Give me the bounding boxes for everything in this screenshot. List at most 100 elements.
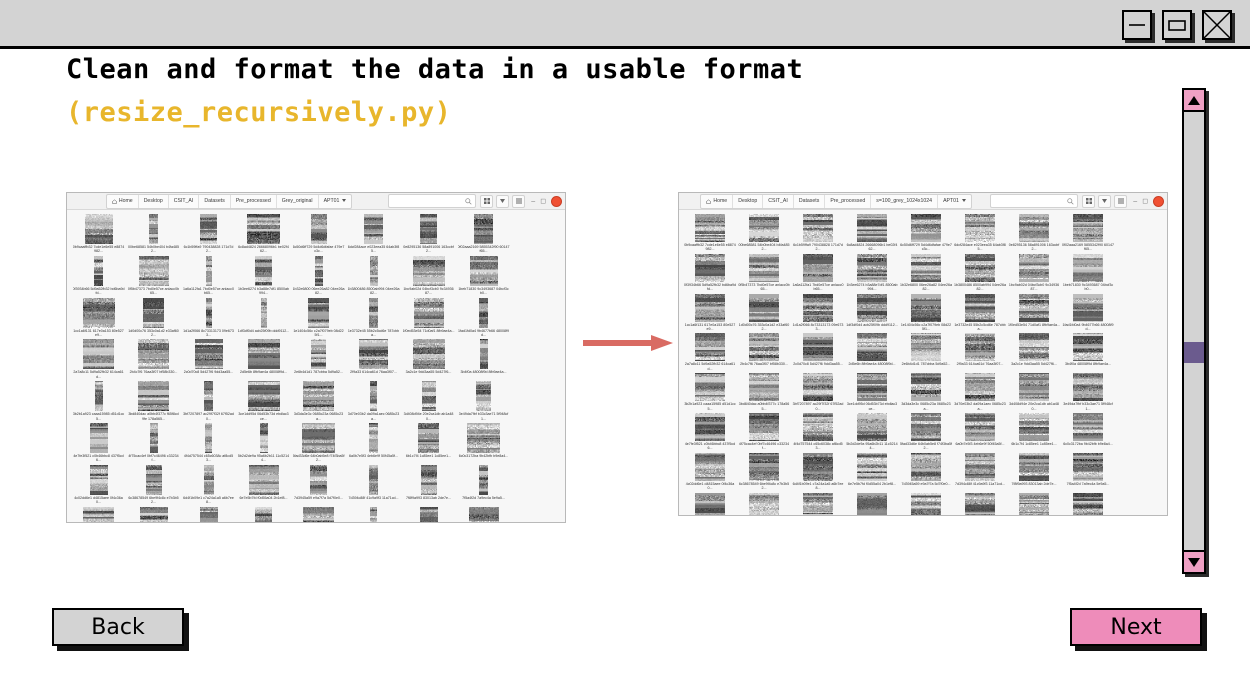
file-tile[interactable]: 0e8295136 58a891006 163ccbf2... [401, 214, 456, 254]
file-thumbnail[interactable] [94, 381, 103, 412]
file-tile[interactable]: 2e6b4d1d1 787cbba 5d9a52... [291, 339, 346, 379]
file-tile[interactable]: 8d66db1b1 1d6c3c2 f4f1ee... [401, 506, 456, 522]
file-thumbnail[interactable] [1073, 413, 1103, 442]
file-thumbnail[interactable] [695, 293, 725, 322]
file-tile[interactable]: 6a0b7e5f3 4eb6e9f 50f45a5f... [953, 413, 1007, 451]
list-view-icon[interactable] [512, 194, 526, 208]
file-thumbnail[interactable] [205, 297, 212, 328]
file-thumbnail[interactable] [247, 381, 280, 412]
file-tile[interactable]: 0f5b47373 7bd0e57ce anlacc0b65... [737, 253, 791, 292]
file-thumbnail[interactable] [695, 452, 725, 481]
file-tile[interactable]: 00be68581 54b0be404 b4fa4852... [126, 214, 181, 254]
file-thumbnail[interactable] [803, 492, 833, 515]
file-tile[interactable]: 1d1a2f066 8c73313173 09e6733... [791, 293, 845, 332]
file-thumbnail[interactable] [369, 464, 378, 495]
file-tile[interactable]: 3a2c1e 9dd3aa55 5d427f6... [401, 339, 456, 379]
file-thumbnail[interactable] [911, 214, 941, 242]
file-tile[interactable]: 0f02aaa2169 5855342f90 60147f65... [1061, 214, 1115, 252]
file-tile[interactable]: 0f5b47373 7bd0e57ce anlacc0b65... [126, 255, 181, 296]
file-tile[interactable]: 3bf7207897 ac29f7f32f 67f52ad0... [791, 373, 845, 411]
file-tile[interactable]: 6dcf284ace e023eea35 64ab3f85... [953, 214, 1007, 252]
view-dropdown-icon[interactable] [496, 194, 510, 208]
file-thumbnail[interactable] [149, 423, 158, 454]
file-thumbnail[interactable] [89, 464, 108, 495]
file-thumbnail[interactable] [965, 333, 995, 362]
file-tile[interactable]: 4f75cac4ef 0bf7c46496 c33234f... [126, 423, 181, 463]
file-tile[interactable]: 3d70e03b2 da09a1aec 0685c23a... [953, 373, 1007, 411]
file-thumbnail[interactable] [857, 492, 887, 515]
file-thumbnail[interactable] [412, 339, 445, 370]
breadcrumb-item-s-100-grey-1024x1024[interactable]: s=100_grey_1024x1024 [871, 194, 939, 208]
file-thumbnail[interactable] [94, 255, 103, 286]
file-thumbnail[interactable] [89, 423, 108, 454]
file-tile[interactable]: 1b3800486 8500ab994 04ee26a82... [346, 255, 401, 296]
grid-view-icon[interactable] [480, 194, 494, 208]
file-tile[interactable]: 3a2c1e 9dd3aa55 5d427f6... [1007, 333, 1061, 371]
file-tile[interactable]: 1a6a112fa1 7bd0e57ce anlacc0b65... [181, 255, 236, 296]
file-thumbnail[interactable] [857, 214, 887, 242]
file-tile[interactable]: 6c50d6ff729 5d4d6dfafae 479e7c3c... [291, 214, 346, 254]
file-thumbnail[interactable] [1073, 452, 1103, 481]
file-thumbnail[interactable] [145, 464, 162, 495]
file-thumbnail[interactable] [413, 297, 444, 328]
file-thumbnail[interactable] [138, 255, 169, 286]
file-tile[interactable]: 1a6a112fa1 7bd0e57ce anlacc0b65... [791, 253, 845, 292]
breadcrumb-item-home[interactable]: Home [701, 194, 734, 208]
file-tile[interactable]: 3bd840dac a0bb4f377c f65f8cd9fe 178a565.… [126, 381, 181, 421]
file-tile[interactable]: 2c0d70c8 5d427f6 9dd3aa55... [791, 333, 845, 371]
file-tile[interactable]: 4f4d757544 c65c6038c af8cd53... [181, 423, 236, 463]
file-tile[interactable]: 8ca1424614 10c1a89091 ea393914... [291, 506, 346, 522]
file-thumbnail[interactable] [205, 255, 212, 286]
file-thumbnail[interactable] [911, 452, 941, 481]
file-tile[interactable]: 3d3da3e3c 0685c23a 0685c23a... [291, 381, 346, 421]
file-thumbnail[interactable] [255, 506, 272, 522]
file-tile[interactable]: 1e3732e45 55b2c5cd6e 787cbba... [346, 297, 401, 338]
file-thumbnail[interactable] [364, 214, 383, 244]
file-tile[interactable]: 1b32e6800 06ee26a82 04ee26a82... [899, 253, 953, 292]
file-thumbnail[interactable] [749, 373, 779, 402]
file-tile[interactable]: 1e3732e45 55b2c5cd6e 787cbba... [953, 293, 1007, 332]
file-tile[interactable]: 6c8ad4824 26668096b1 be02f462... [845, 214, 899, 252]
file-tile[interactable]: 6dcf284ace e023eea35 64ab3f85... [346, 214, 401, 254]
file-thumbnail[interactable] [1019, 293, 1049, 322]
output-window-controls[interactable]: – ◻ [1133, 195, 1164, 207]
file-tile[interactable]: 6e7e5b7fd f0d55a04 2b1ef8... [845, 452, 899, 491]
file-thumbnail[interactable] [695, 373, 725, 402]
file-thumbnail[interactable] [248, 464, 279, 495]
file-thumbnail[interactable] [82, 297, 115, 328]
file-tile[interactable]: 0f3934b66 5d9a52fb32 bd6ba9dfd... [71, 255, 126, 296]
file-thumbnail[interactable] [803, 373, 833, 402]
file-thumbnail[interactable] [83, 506, 114, 522]
file-tile[interactable]: 6c50d6ff729 5d4d6dfafae 479e7c3c... [899, 214, 953, 252]
file-tile[interactable]: 2a7a8c11 5d9a52fb32 614ca61d... [71, 339, 126, 379]
file-tile[interactable]: 8c41c4c5 0bba3b6f 9aa3f507... [236, 506, 291, 522]
file-tile[interactable]: 5fad33d6e 64b0ab5e8 f74f3ba5f2... [899, 413, 953, 451]
file-tile[interactable]: 2f9a33 614ca61d 76aa3f07... [953, 333, 1007, 371]
file-tile[interactable]: 7d3945a59 e9a7f7a 5d7f0e0... [291, 464, 346, 505]
file-tile[interactable]: 4e7fe3f521 c0b46bbc8 437f5cd6... [683, 413, 737, 451]
file-thumbnail[interactable] [369, 423, 378, 454]
file-tile[interactable]: 1d0d00c76 353c0a1d2 e33af602... [737, 293, 791, 332]
file-thumbnail[interactable] [965, 373, 995, 402]
file-tile[interactable]: 3ce1dd95d 06d53b73d ebdlac3ce... [236, 381, 291, 421]
file-thumbnail[interactable] [418, 423, 439, 454]
file-tile[interactable]: 8d66db1b1 1d6c3c2 f4f1ee... [1007, 492, 1061, 515]
file-tile[interactable]: 6c0c3172ba 9b42bfb b9e8a4... [1061, 413, 1115, 451]
file-tile[interactable]: 6e7e5b7fd f0d55a04 2b1ef8... [236, 464, 291, 505]
file-thumbnail[interactable] [369, 255, 378, 286]
file-tile[interactable]: 8b8dbc84d 76b7d3f0 a16a1f2... [683, 492, 737, 515]
file-tile[interactable]: 1e1404c56c c2a7f079eb 08d225f1... [899, 293, 953, 332]
file-tile[interactable]: 2f9a33 614ca61d 76aa3f07... [346, 339, 401, 379]
file-thumbnail[interactable] [421, 381, 436, 412]
file-thumbnail[interactable] [479, 339, 488, 370]
file-tile[interactable]: 5fad33d6e 64b0ab5e8 f74f3ba5f2... [291, 423, 346, 463]
file-thumbnail[interactable] [911, 333, 941, 362]
file-tile[interactable]: 5b2d2de9a 95a6b2b11 11c52144... [236, 423, 291, 463]
file-thumbnail[interactable] [965, 214, 995, 242]
file-thumbnail[interactable] [911, 293, 941, 322]
maximize-button[interactable] [1162, 10, 1192, 40]
file-thumbnail[interactable] [359, 339, 388, 370]
maximize-icon[interactable]: ◻ [540, 198, 546, 205]
file-thumbnail[interactable] [1073, 333, 1103, 362]
minimize-icon[interactable]: – [1133, 198, 1137, 205]
